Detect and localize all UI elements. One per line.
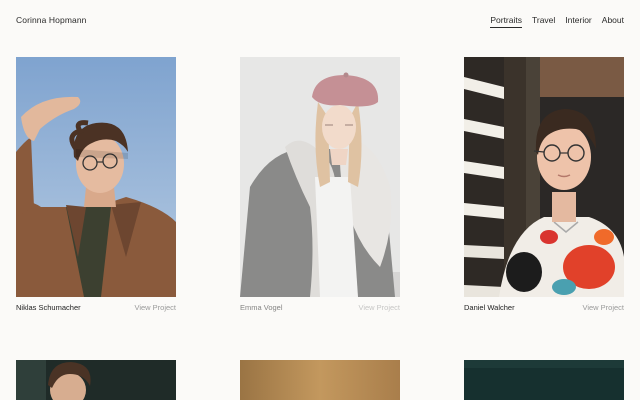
site-title[interactable]: Corinna Hopmann [16,15,86,25]
view-project-link[interactable]: View Project [358,303,400,312]
portrait-image [240,57,400,297]
nav-interior[interactable]: Interior [565,15,591,28]
nav-travel[interactable]: Travel [532,15,555,28]
nav-about[interactable]: About [602,15,624,28]
project-caption: Niklas Schumacher View Project [16,303,176,315]
site-header: Corinna Hopmann Portraits Travel Interio… [0,0,640,40]
project-photo[interactable] [16,57,176,297]
project-card-emma[interactable]: Emma Vogel View Project [240,57,400,312]
project-card-partial[interactable] [464,360,624,400]
portrait-image [16,57,176,297]
portrait-image [240,360,400,400]
project-card-niklas[interactable]: Niklas Schumacher View Project [16,57,176,312]
project-name: Daniel Walcher [464,303,515,312]
project-photo[interactable] [240,57,400,297]
project-card-partial[interactable] [16,360,176,400]
portrait-image [464,57,624,297]
project-name: Emma Vogel [240,303,283,312]
project-photo[interactable] [464,57,624,297]
view-project-link[interactable]: View Project [134,303,176,312]
portrait-image [464,360,624,400]
project-caption: Emma Vogel View Project [240,303,400,315]
portrait-image [16,360,176,400]
nav-portraits[interactable]: Portraits [490,15,522,28]
main-nav: Portraits Travel Interior About [490,15,624,28]
project-name: Niklas Schumacher [16,303,81,312]
project-caption: Daniel Walcher View Project [464,303,624,315]
project-card-partial[interactable] [240,360,400,400]
view-project-link[interactable]: View Project [582,303,624,312]
project-card-daniel[interactable]: Daniel Walcher View Project [464,57,624,312]
